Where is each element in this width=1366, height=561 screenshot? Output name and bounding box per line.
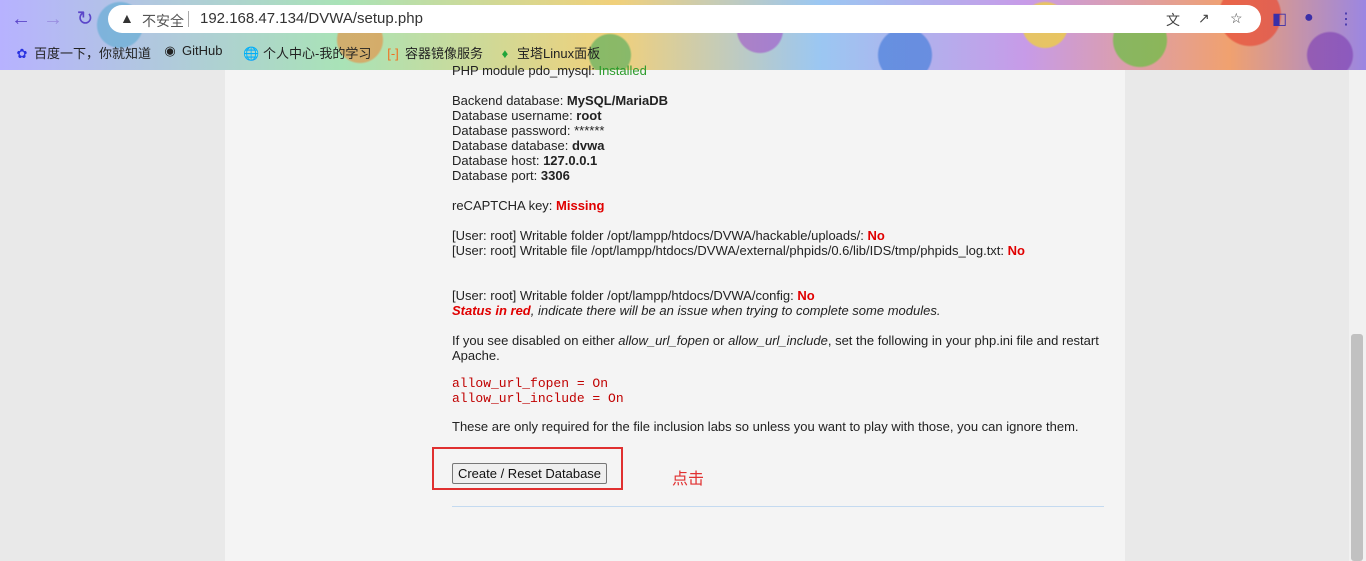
warning-icon[interactable]: ▲ — [120, 10, 134, 26]
bookmark-label: 个人中心-我的学习 — [263, 46, 372, 61]
bookmark-label: 容器镜像服务 — [405, 46, 484, 61]
forward-arrow-icon[interactable]: → — [41, 8, 65, 30]
paw-icon: ✿ — [16, 46, 28, 61]
bookmark-label: 百度一下，你就知道 — [34, 46, 152, 61]
ignore-note: These are only required for the file inc… — [452, 419, 1079, 434]
status-no: No — [1007, 243, 1025, 258]
port-line: Database port: 3306 — [452, 168, 570, 183]
share-icon[interactable]: ↗ — [1198, 10, 1210, 27]
line-label: [User: root] Writable folder /opt/lampp/… — [452, 228, 868, 243]
note-option: allow_url_fopen — [618, 333, 710, 348]
line-label: reCAPTCHA key: — [452, 198, 557, 213]
bookmark-baidu[interactable]: ✿ 百度一下，你就知道 — [14, 43, 151, 61]
line-value: root — [576, 108, 602, 123]
status-note-rest: , indicate there will be an issue when t… — [530, 303, 941, 318]
translate-icon[interactable]: 文 — [1166, 10, 1180, 30]
bookmark-container-registry[interactable]: [-] 容器镜像服务 — [385, 43, 483, 61]
divider — [188, 11, 189, 27]
note-text: , set the following in your php.ini file… — [827, 333, 1099, 348]
back-arrow-icon[interactable]: ← — [9, 8, 33, 30]
sidebar-icon[interactable]: ◧ — [1272, 9, 1287, 29]
writable-phpids-line: [User: root] Writable file /opt/lampp/ht… — [452, 243, 1025, 258]
line-value: Installed — [598, 63, 647, 78]
pdo-mysql-line: PHP module pdo_mysql: Installed — [452, 63, 647, 78]
line-label: [User: root] Writable file /opt/lampp/ht… — [452, 243, 1008, 258]
writable-config-line: [User: root] Writable folder /opt/lampp/… — [452, 288, 815, 303]
recaptcha-line: reCAPTCHA key: Missing — [452, 198, 604, 213]
line-label: Database port: — [452, 168, 541, 183]
line-value: ****** — [574, 123, 605, 138]
writable-uploads-line: [User: root] Writable folder /opt/lampp/… — [452, 228, 885, 243]
create-reset-database-button[interactable]: Create / Reset Database — [452, 463, 607, 484]
line-label: PHP module pdo_mysql: — [452, 63, 599, 78]
status-no: No — [867, 228, 885, 243]
note-text: If you see disabled on either — [452, 333, 619, 348]
bookmark-github[interactable]: ◉ GitHub — [162, 43, 222, 61]
status-no: No — [797, 288, 815, 303]
bookmark-label: 宝塔Linux面板 — [517, 46, 601, 61]
line-value: 3306 — [540, 168, 570, 183]
bookmark-baota[interactable]: ♦ 宝塔Linux面板 — [497, 43, 600, 61]
annotation-label: 点击 — [672, 471, 705, 488]
line-label: Database username: — [452, 108, 577, 123]
github-icon: ◉ — [164, 43, 176, 58]
line-value: 127.0.0.1 — [543, 153, 598, 168]
shield-icon: ♦ — [501, 46, 509, 61]
backend-line: Backend database: MySQL/MariaDB — [452, 93, 668, 108]
star-icon[interactable]: ☆ — [1230, 10, 1243, 27]
divider-line — [452, 506, 1104, 507]
bookmark-label: GitHub — [182, 43, 223, 58]
note-option: allow_url_include — [728, 333, 828, 348]
code-line: allow_url_fopen = On — [452, 376, 609, 391]
browser-chrome: ← → ↻ ▲ 不安全 192.168.47.134/DVWA/setup.ph… — [0, 0, 1366, 70]
disabled-note: If you see disabled on either allow_url_… — [452, 333, 1099, 348]
line-value: dvwa — [571, 138, 605, 153]
password-line: Database password: ****** — [452, 123, 604, 138]
line-label: Database host: — [452, 153, 544, 168]
line-label: [User: root] Writable folder /opt/lampp/… — [452, 288, 798, 303]
note-text: or — [709, 333, 729, 348]
status-note-strong: Status in red — [452, 303, 531, 318]
menu-icon[interactable]: ⋮ — [1338, 9, 1354, 29]
database-line: Database database: dvwa — [452, 138, 605, 153]
url-text[interactable]: 192.168.47.134/DVWA/setup.php — [200, 10, 423, 27]
status-missing: Missing — [556, 198, 605, 213]
code-line: allow_url_include = On — [452, 391, 624, 406]
bracket-icon: [-] — [387, 46, 399, 61]
line-label: Backend database: — [452, 93, 567, 108]
reload-icon[interactable]: ↻ — [73, 8, 97, 30]
profile-icon[interactable]: ● — [1304, 9, 1314, 27]
address-bar[interactable]: ▲ 不安全 192.168.47.134/DVWA/setup.php 文 ↗ … — [108, 5, 1261, 33]
bookmark-personal-center[interactable]: 🌐 个人中心-我的学习 — [243, 43, 371, 61]
username-line: Database username: root — [452, 108, 602, 123]
status-note: Status in red, indicate there will be an… — [452, 303, 940, 318]
host-line: Database host: 127.0.0.1 — [452, 153, 597, 168]
disabled-note-line2: Apache. — [452, 348, 500, 363]
line-label: Database password: — [452, 123, 575, 138]
line-label: Database database: — [452, 138, 572, 153]
globe-icon: 🌐 — [243, 46, 260, 61]
line-value: MySQL/MariaDB — [566, 93, 669, 108]
scrollbar-thumb[interactable] — [1351, 334, 1363, 561]
security-label[interactable]: 不安全 — [142, 11, 184, 31]
